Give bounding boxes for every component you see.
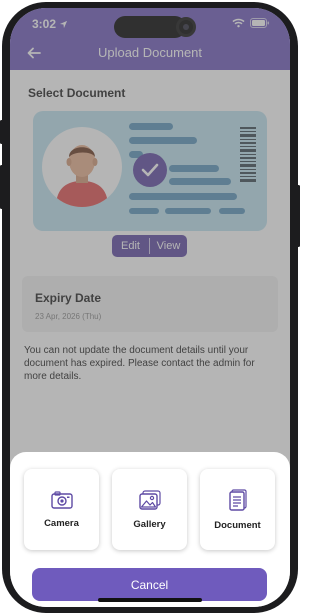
document-icon [228, 488, 247, 511]
document-option-label: Document [214, 519, 261, 531]
gallery-option[interactable]: Gallery [112, 469, 187, 550]
cancel-button[interactable]: Cancel [32, 568, 267, 601]
gallery-option-label: Gallery [133, 518, 166, 530]
home-indicator [98, 598, 202, 602]
gallery-icon [138, 489, 161, 510]
camera-option[interactable]: Camera [24, 469, 99, 550]
upload-source-sheet: Camera Gallery Document Cancel [10, 452, 290, 607]
camera-option-label: Camera [44, 517, 79, 529]
document-option[interactable]: Document [200, 469, 275, 550]
camera-icon [50, 490, 73, 509]
phone-screen: 3:02 Upload Document Select Document Edi… [10, 8, 290, 607]
